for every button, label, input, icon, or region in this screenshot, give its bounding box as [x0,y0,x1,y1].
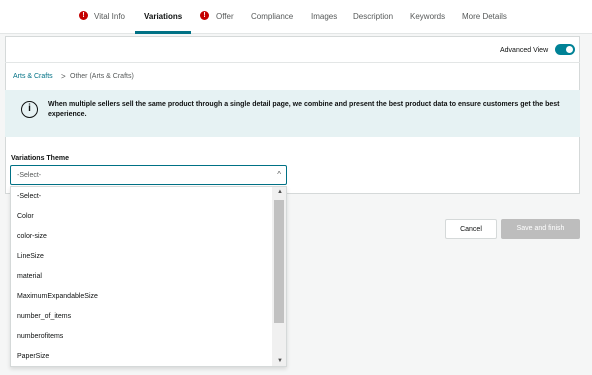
tab-description[interactable]: Description [353,12,393,21]
breadcrumb-parent-link[interactable]: Arts & Crafts [13,73,53,80]
tab-keywords[interactable]: Keywords [410,12,445,21]
divider [5,62,580,63]
variations-theme-select[interactable]: -Select- ^ [10,165,287,185]
dropdown-option[interactable]: MaximumExpandableSize [17,293,98,300]
dropdown-option[interactable]: number_of_items [17,313,71,320]
dropdown-option[interactable]: Color [17,213,34,220]
info-message: When multiple sellers sell the same prod… [48,101,560,118]
save-and-finish-button[interactable]: Save and finish [501,219,580,239]
advanced-view-toggle[interactable] [555,44,575,55]
variations-theme-label: Variations Theme [11,155,69,162]
cancel-button[interactable]: Cancel [445,219,497,239]
dropdown-scrollbar[interactable]: ▲ ▼ [272,187,286,366]
scroll-up-arrow-icon[interactable]: ▲ [277,189,283,195]
advanced-view-label: Advanced View [500,47,549,54]
toggle-knob [566,46,573,53]
error-icon: ! [200,11,209,20]
variations-theme-dropdown: -Select- Color color-size LineSize mater… [10,186,287,367]
tab-bar: ! Vital Info Variations ! Offer Complian… [0,0,592,34]
breadcrumb-current: Other (Arts & Crafts) [70,73,134,80]
tab-vital-info[interactable]: Vital Info [94,12,125,21]
dropdown-option[interactable]: numberofitems [17,333,63,340]
tab-more-details[interactable]: More Details [462,12,507,21]
dropdown-option[interactable]: LineSize [17,253,44,260]
tab-compliance[interactable]: Compliance [251,12,293,21]
error-icon: ! [79,11,88,20]
dropdown-option[interactable]: material [17,273,42,280]
scroll-down-arrow-icon[interactable]: ▼ [277,358,283,364]
tab-offer[interactable]: Offer [216,12,234,21]
info-icon: i [21,101,38,118]
tab-images[interactable]: Images [311,12,337,21]
chevron-right-icon: > [61,72,66,81]
dropdown-option[interactable]: -Select- [17,193,41,200]
tab-variations[interactable]: Variations [144,12,182,21]
chevron-up-icon: ^ [277,170,281,179]
scroll-thumb[interactable] [274,200,284,323]
dropdown-option[interactable]: color-size [17,233,47,240]
dropdown-option[interactable]: PaperSize [17,353,49,360]
select-value: -Select- [17,172,42,179]
active-tab-indicator [135,31,191,34]
